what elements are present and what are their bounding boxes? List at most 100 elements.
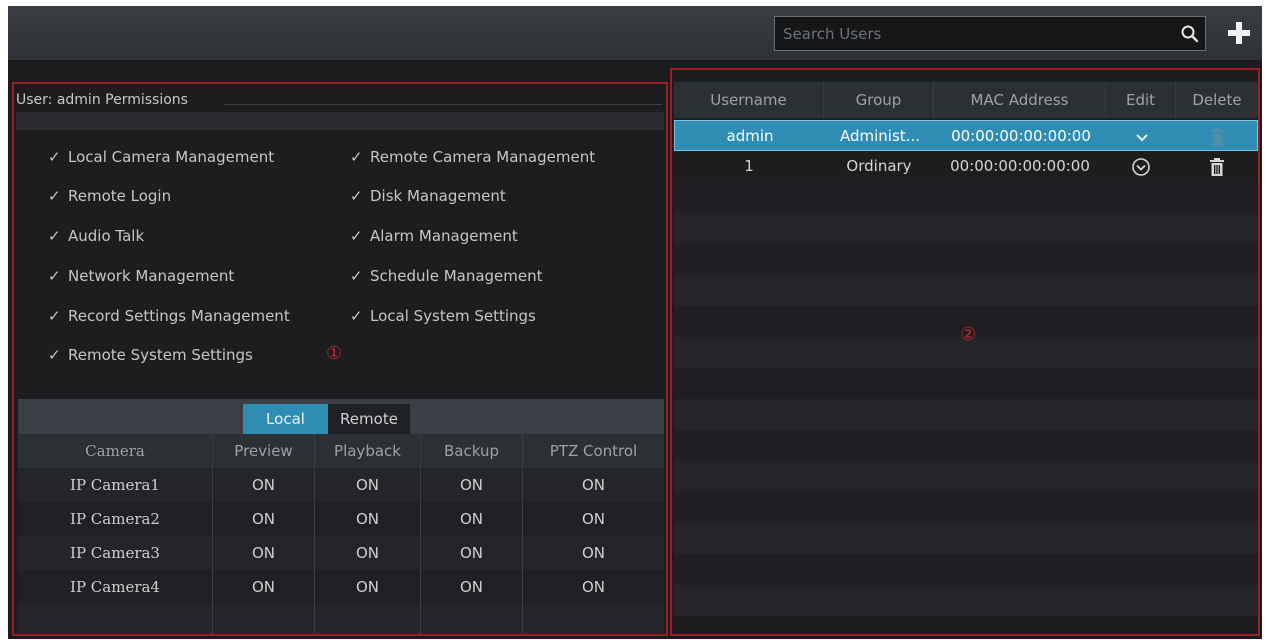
mac-address-cell: 00:00:00:00:00:00 xyxy=(951,127,1091,145)
user-row-1[interactable]: 1 Ordinary 00:00:00:00:00:00 xyxy=(674,151,1258,182)
user-row-admin[interactable]: admin Administ... 00:00:00:00:00:00 xyxy=(674,120,1258,151)
camera-name-cell: IP Camera2 xyxy=(18,502,213,536)
chevron-down-circle-icon[interactable] xyxy=(1131,157,1151,177)
edit-cell xyxy=(1107,121,1177,152)
column-header-delete: Delete xyxy=(1192,91,1242,109)
backup-cell[interactable]: ON xyxy=(421,570,523,604)
playback-cell[interactable]: ON xyxy=(315,468,421,502)
check-icon: ✓ xyxy=(350,227,363,245)
preview-cell[interactable]: ON xyxy=(213,502,315,536)
empty-cell xyxy=(213,604,315,634)
check-icon: ✓ xyxy=(350,307,363,325)
empty-row xyxy=(674,554,1258,585)
permission-remote-system-settings: ✓ Remote System Settings xyxy=(48,346,253,364)
empty-row xyxy=(674,399,1258,430)
column-header-backup: Backup xyxy=(421,434,523,468)
empty-row xyxy=(674,244,1258,275)
permission-schedule-management: ✓ Schedule Management xyxy=(350,267,543,285)
table-row[interactable]: IP Camera4 ON ON ON ON xyxy=(18,570,664,604)
ptz-control-cell[interactable]: ON xyxy=(523,502,664,536)
empty-row xyxy=(674,492,1258,523)
check-icon: ✓ xyxy=(350,267,363,285)
table-row-empty xyxy=(18,604,664,634)
table-header-row: Camera Preview Playback Backup PTZ Contr… xyxy=(18,434,664,468)
username-cell: admin xyxy=(726,127,774,145)
playback-cell[interactable]: ON xyxy=(315,502,421,536)
delete-cell xyxy=(1176,151,1258,182)
camera-name-cell: IP Camera1 xyxy=(18,468,213,502)
preview-cell[interactable]: ON xyxy=(213,570,315,604)
tab-remote[interactable]: Remote xyxy=(328,404,410,434)
search-box xyxy=(774,16,1206,51)
callout-marker-1: ① xyxy=(326,343,343,364)
backup-cell[interactable]: ON xyxy=(421,536,523,570)
table-row[interactable]: IP Camera3 ON ON ON ON xyxy=(18,536,664,570)
plus-icon xyxy=(1228,22,1250,44)
empty-cell xyxy=(523,604,664,634)
mac-address-cell: 00:00:00:00:00:00 xyxy=(950,157,1090,175)
permission-record-settings-management: ✓ Record Settings Management xyxy=(48,307,290,325)
empty-row xyxy=(674,430,1258,461)
tab-local[interactable]: Local xyxy=(243,404,328,434)
search-icon[interactable] xyxy=(1180,24,1200,44)
user-table-header: Username Group MAC Address Edit Delete xyxy=(674,82,1258,118)
edit-cell xyxy=(1106,151,1176,182)
empty-row xyxy=(674,523,1258,554)
column-header-edit: Edit xyxy=(1106,82,1176,118)
permission-remote-camera-management: ✓ Remote Camera Management xyxy=(350,148,596,166)
playback-cell[interactable]: ON xyxy=(315,536,421,570)
empty-cell xyxy=(315,604,421,634)
permission-disk-management: ✓ Disk Management xyxy=(350,187,506,205)
permission-local-system-settings: ✓ Local System Settings xyxy=(350,307,536,325)
camera-name-cell: IP Camera3 xyxy=(18,536,213,570)
permission-local-camera-management: ✓ Local Camera Management xyxy=(48,148,275,166)
preview-cell[interactable]: ON xyxy=(213,536,315,570)
chevron-down-circle-icon[interactable] xyxy=(1133,128,1151,146)
permission-audio-talk: ✓ Audio Talk xyxy=(48,227,145,245)
camera-tabs-bar: Local Remote xyxy=(18,399,664,434)
column-header-group: Group xyxy=(824,82,934,118)
trash-icon xyxy=(1211,127,1225,146)
empty-row xyxy=(674,368,1258,399)
empty-row xyxy=(674,213,1258,244)
empty-row xyxy=(674,182,1258,213)
check-icon: ✓ xyxy=(48,267,61,285)
permission-network-management: ✓ Network Management xyxy=(48,267,235,285)
trash-icon[interactable] xyxy=(1208,157,1226,177)
check-icon: ✓ xyxy=(350,148,363,166)
add-user-button[interactable] xyxy=(1224,18,1254,48)
backup-cell[interactable]: ON xyxy=(421,502,523,536)
ptz-control-cell[interactable]: ON xyxy=(523,570,664,604)
permission-alarm-management: ✓ Alarm Management xyxy=(350,227,518,245)
app-window: User: admin Permissions ✓Local Camera Ma… xyxy=(8,6,1262,639)
table-row[interactable]: IP Camera2 ON ON ON ON xyxy=(18,502,664,536)
table-row[interactable]: IP Camera1 ON ON ON ON xyxy=(18,468,664,502)
top-toolbar xyxy=(8,6,1262,61)
column-header-camera: Camera xyxy=(18,434,213,468)
column-header-username: Username xyxy=(674,82,824,118)
empty-row xyxy=(674,585,1258,616)
ptz-control-cell[interactable]: ON xyxy=(523,536,664,570)
header-strip xyxy=(16,112,664,130)
column-header-ptz-control: PTZ Control xyxy=(549,442,638,460)
column-header-playback: Playback xyxy=(315,434,421,468)
check-icon: ✓ xyxy=(48,227,61,245)
callout-marker-2: ② xyxy=(960,324,977,345)
group-cell: Administ... xyxy=(840,127,920,145)
header-divider xyxy=(224,104,662,105)
camera-name-cell: IP Camera4 xyxy=(18,570,213,604)
playback-cell[interactable]: ON xyxy=(315,570,421,604)
empty-cell xyxy=(18,604,213,634)
backup-cell[interactable]: ON xyxy=(421,468,523,502)
check-icon: ✓ xyxy=(48,187,61,205)
permissions-panel: User: admin Permissions ✓ Local Camera Ma… xyxy=(12,82,668,636)
check-icon: ✓ xyxy=(48,148,61,166)
empty-cell xyxy=(421,604,523,634)
preview-cell[interactable]: ON xyxy=(213,468,315,502)
ptz-control-cell[interactable]: ON xyxy=(523,468,664,502)
permission-remote-login: ✓ Remote Login xyxy=(48,187,172,205)
check-icon: ✓ xyxy=(48,307,61,325)
search-input[interactable] xyxy=(775,17,1170,50)
delete-cell xyxy=(1177,121,1259,152)
column-header-mac-address: MAC Address xyxy=(934,82,1106,118)
